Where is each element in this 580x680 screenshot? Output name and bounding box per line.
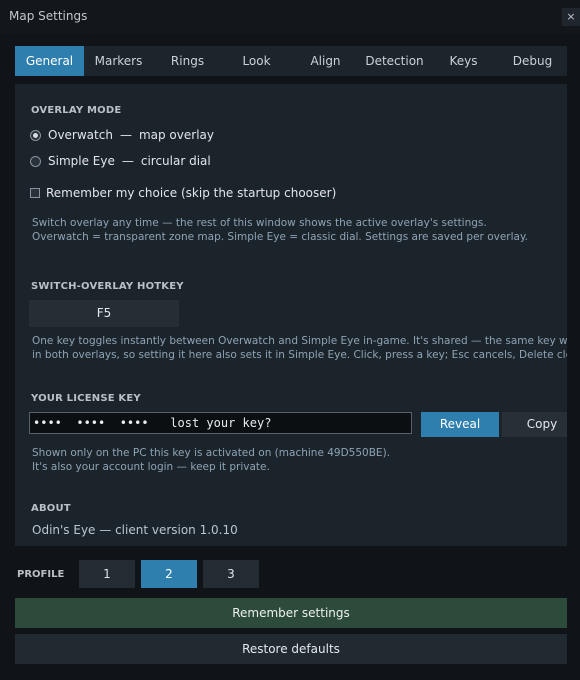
tab-bar: General Markers Rings Look Align Detecti… (15, 46, 567, 76)
remember-choice-label: Remember my choice (skip the startup cho… (46, 186, 337, 200)
overlay-option-desc: map overlay (138, 128, 214, 142)
hotkey-heading: SWITCH-OVERLAY HOTKEY (31, 281, 184, 292)
version-text: Odin's Eye — client version 1.0.10 (32, 523, 238, 537)
tab-detection[interactable]: Detection (360, 46, 429, 76)
copy-button[interactable]: Copy (502, 412, 567, 437)
window-title: Map Settings (9, 9, 88, 23)
close-icon[interactable]: × (562, 8, 580, 26)
profile-button-1[interactable]: 1 (79, 560, 135, 588)
overlay-option-name: Simple Eye (48, 154, 115, 168)
tab-align[interactable]: Align (291, 46, 360, 76)
remember-settings-button[interactable]: Remember settings (15, 598, 567, 628)
license-key-field[interactable]: •••• •••• •••• lost your key? (29, 412, 412, 434)
overlay-option-overwatch[interactable]: Overwatch — map overlay (30, 127, 214, 143)
hotkey-note-line-2: in both overlays, so setting it here als… (32, 349, 567, 361)
overlay-option-desc: circular dial (140, 154, 211, 168)
about-heading: ABOUT (31, 503, 71, 514)
overlay-note-line-2: Overwatch = transparent zone map. Simple… (32, 231, 529, 243)
remember-choice-checkbox[interactable]: Remember my choice (skip the startup cho… (30, 185, 336, 201)
profile-button-2[interactable]: 2 (141, 560, 197, 588)
profile-button-3[interactable]: 3 (203, 560, 259, 588)
tab-general[interactable]: General (15, 46, 84, 76)
radio-unselected-icon[interactable] (30, 155, 41, 167)
radio-selected-icon[interactable] (30, 129, 41, 141)
license-note-line-1: Shown only on the PC this key is activat… (32, 447, 390, 459)
title-bar: Map Settings × (0, 0, 580, 34)
option-separator: — (121, 154, 134, 168)
reveal-button[interactable]: Reveal (421, 412, 499, 437)
tab-rings[interactable]: Rings (153, 46, 222, 76)
tab-keys[interactable]: Keys (429, 46, 498, 76)
overlay-note-line-1: Switch overlay any time — the rest of th… (32, 217, 487, 229)
overlay-mode-heading: OVERLAY MODE (31, 105, 122, 116)
tab-debug[interactable]: Debug (498, 46, 567, 76)
tab-markers[interactable]: Markers (84, 46, 153, 76)
restore-defaults-button[interactable]: Restore defaults (15, 634, 567, 664)
checkbox-icon[interactable] (30, 188, 40, 198)
tab-look[interactable]: Look (222, 46, 291, 76)
hotkey-button[interactable]: F5 (29, 300, 179, 327)
hotkey-note-line-1: One key toggles instantly between Overwa… (32, 335, 567, 347)
overlay-option-name: Overwatch (48, 128, 113, 142)
license-heading: YOUR LICENSE KEY (31, 393, 141, 404)
license-note-line-2: It's also your account login — keep it p… (32, 461, 270, 473)
overlay-option-simple-eye[interactable]: Simple Eye — circular dial (30, 153, 211, 169)
profile-label: PROFILE (17, 569, 65, 580)
option-separator: — (119, 128, 132, 142)
general-settings-panel: OVERLAY MODE Overwatch — map overlay Sim… (15, 84, 567, 546)
